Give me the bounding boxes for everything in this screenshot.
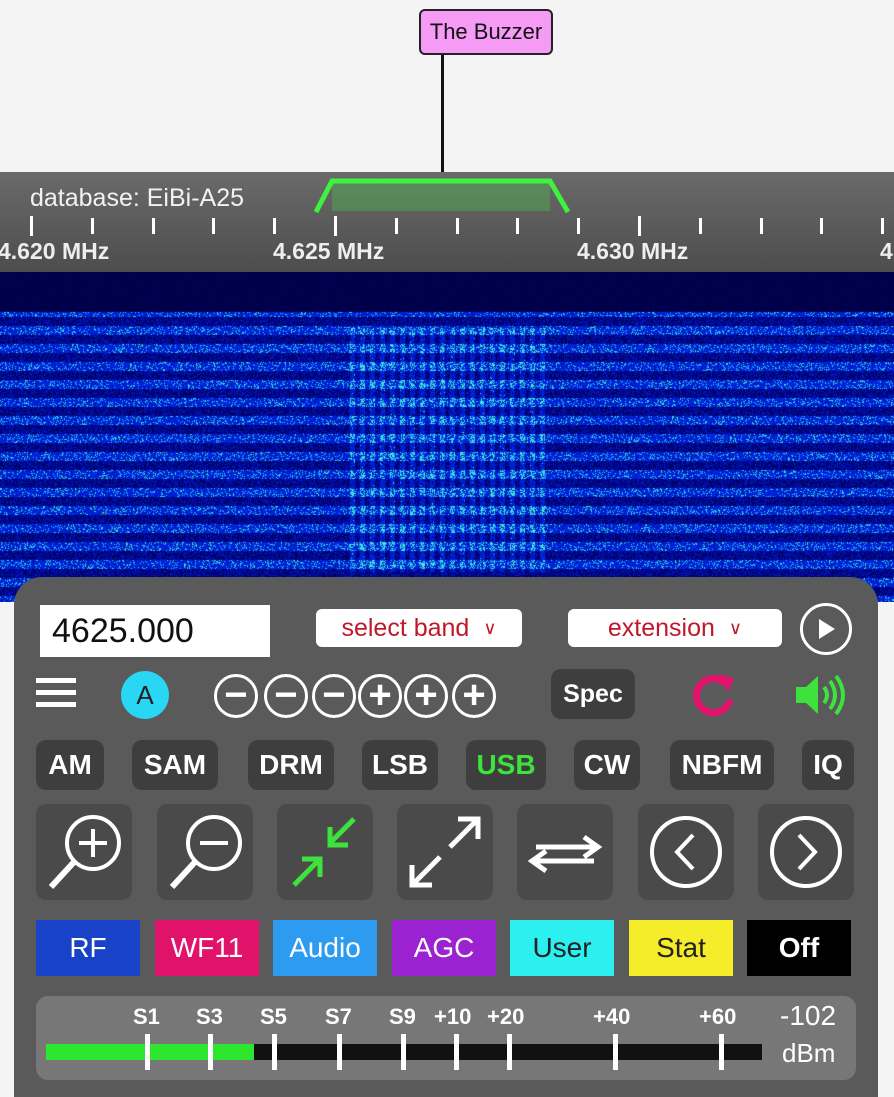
- collapse-arrows-icon: [292, 817, 356, 887]
- zoom-max-out-button[interactable]: [397, 804, 493, 900]
- expand-arrows-icon: [409, 816, 481, 888]
- slider-wf11-button[interactable]: WF11: [155, 920, 259, 976]
- zoom-in-icon: [48, 815, 121, 890]
- s-meter-label: +60: [699, 1004, 737, 1029]
- slider-audio-button[interactable]: Audio: [273, 920, 377, 976]
- chevron-down-icon: ∨: [483, 617, 497, 638]
- s-meter-label: S9: [389, 1004, 416, 1029]
- s-meter-label: +40: [593, 1004, 631, 1029]
- step-up-large-button[interactable]: +: [452, 674, 496, 718]
- dx-label-area: The Buzzer: [0, 0, 894, 172]
- zoom-in-button[interactable]: [36, 804, 132, 900]
- mode-iq-button[interactable]: IQ: [802, 740, 854, 790]
- extension-select-label: extension: [607, 613, 715, 642]
- speaker-icon[interactable]: [794, 672, 850, 718]
- scale-tick: [698, 218, 702, 234]
- s-meter-tick: [401, 1034, 406, 1070]
- s-meter-tick: [272, 1034, 277, 1070]
- page-right-button[interactable]: [758, 804, 854, 900]
- chevron-right-icon: [770, 816, 842, 888]
- signal-strength-value: -102: [780, 1000, 837, 1031]
- step-down-medium-button[interactable]: −: [264, 674, 308, 718]
- freq-label-4625: 4.625 MHz: [273, 238, 385, 264]
- frequency-input[interactable]: [40, 605, 270, 657]
- scale-tick: [30, 216, 33, 236]
- refresh-icon[interactable]: [688, 670, 738, 720]
- step-up-small-button[interactable]: +: [358, 674, 402, 718]
- s-meter-tick: [145, 1034, 150, 1070]
- vfo-a-button[interactable]: A: [121, 671, 169, 719]
- slider-user-button[interactable]: User: [510, 920, 614, 976]
- zoom-out-button[interactable]: [157, 804, 253, 900]
- extension-select[interactable]: extension ∨: [568, 609, 782, 647]
- frequency-scale[interactable]: database: EiBi-A25 4.620 MHz 4.625 MHz 4…: [0, 172, 894, 272]
- freq-label-4620: 4.620 MHz: [0, 238, 110, 264]
- s-meter-tick: [208, 1034, 213, 1070]
- zoom-out-icon: [169, 815, 242, 890]
- waterfall-display[interactable]: [0, 272, 894, 602]
- station-label-the-buzzer[interactable]: The Buzzer: [419, 9, 553, 55]
- chevron-left-icon: [650, 816, 722, 888]
- s-meter-tick: [613, 1034, 618, 1070]
- s-meter-label: S3: [196, 1004, 223, 1029]
- scale-tick: [455, 218, 459, 234]
- mode-sam-button[interactable]: SAM: [132, 740, 218, 790]
- scale-tick: [516, 218, 520, 234]
- s-meter-tick: [337, 1034, 342, 1070]
- scale-tick: [577, 218, 581, 234]
- mode-cw-button[interactable]: CW: [574, 740, 640, 790]
- database-label: database: EiBi-A25: [30, 184, 245, 212]
- scale-tick: [638, 216, 641, 236]
- band-select[interactable]: select band ∨: [316, 609, 522, 647]
- s-meter-label: +20: [487, 1004, 525, 1029]
- page-left-button[interactable]: [638, 804, 734, 900]
- scale-tick: [151, 218, 155, 234]
- scale-tick: [881, 218, 885, 234]
- zoom-to-band-button[interactable]: [277, 804, 373, 900]
- mode-drm-button[interactable]: DRM: [248, 740, 334, 790]
- play-icon: [819, 619, 835, 639]
- mode-am-button[interactable]: AM: [36, 740, 104, 790]
- s-meter-label: S7: [325, 1004, 352, 1029]
- s-meter-label: +10: [434, 1004, 472, 1029]
- chevron-down-icon: ∨: [728, 617, 743, 638]
- scale-tick: [820, 218, 824, 234]
- freq-label-4635-partial: 4: [880, 238, 893, 264]
- scale-tick: [394, 218, 398, 234]
- slider-rf-button[interactable]: RF: [36, 920, 140, 976]
- slider-stat-button[interactable]: Stat: [629, 920, 733, 976]
- s-meter-tick: [507, 1034, 512, 1070]
- scale-tick: [273, 218, 277, 234]
- step-up-medium-button[interactable]: +: [404, 674, 448, 718]
- step-down-large-button[interactable]: −: [214, 674, 258, 718]
- scale-tick: [90, 218, 94, 234]
- passband-indicator[interactable]: [310, 172, 580, 217]
- swap-arrows-icon: [527, 834, 603, 874]
- mode-nbfm-button[interactable]: NBFM: [670, 740, 774, 790]
- scale-tick: [212, 218, 216, 234]
- play-button[interactable]: [800, 603, 852, 655]
- menu-icon[interactable]: [36, 678, 76, 710]
- slider-off-button[interactable]: Off: [747, 920, 851, 976]
- station-label-pointer: [441, 55, 444, 172]
- s-meter-tick: [719, 1034, 724, 1070]
- s-meter-label: S5: [260, 1004, 287, 1029]
- slider-agc-button[interactable]: AGC: [392, 920, 496, 976]
- s-meter-label: S1: [133, 1004, 160, 1029]
- mode-usb-button[interactable]: USB: [466, 740, 546, 790]
- scale-tick: [759, 218, 763, 234]
- step-down-small-button[interactable]: −: [312, 674, 356, 718]
- freq-label-4630: 4.630 MHz: [577, 238, 689, 264]
- s-meter-tick: [454, 1034, 459, 1070]
- mode-lsb-button[interactable]: LSB: [362, 740, 438, 790]
- spec-button[interactable]: Spec: [551, 669, 635, 719]
- swap-arrows-button[interactable]: [517, 804, 613, 900]
- band-select-label: select band: [341, 613, 470, 642]
- scale-tick: [334, 216, 337, 236]
- signal-strength-unit: dBm: [782, 1038, 836, 1068]
